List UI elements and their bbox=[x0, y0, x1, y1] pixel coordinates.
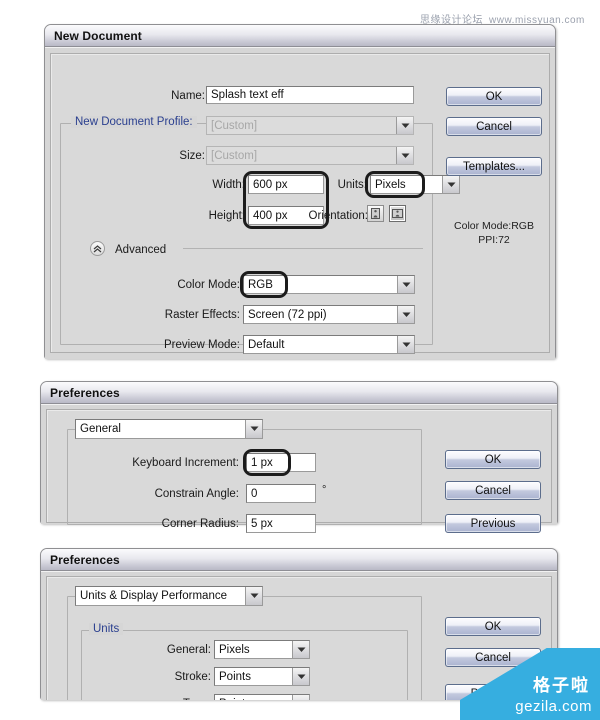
orientation-portrait-icon bbox=[371, 208, 380, 219]
units-stroke-select[interactable]: Points bbox=[214, 667, 310, 686]
chevron-down-icon[interactable] bbox=[396, 117, 413, 134]
corner-radius-input[interactable]: 5 px bbox=[246, 514, 316, 533]
new-document-ok-button[interactable]: OK bbox=[446, 87, 542, 106]
preferences-general-cancel-button[interactable]: Cancel bbox=[445, 481, 541, 500]
new-document-cancel-button[interactable]: Cancel bbox=[446, 117, 542, 136]
constrain-angle-input[interactable]: 0 bbox=[246, 484, 316, 503]
constrain-angle-label: Constrain Angle: bbox=[154, 488, 239, 500]
new-document-profile-label: New Document Profile: bbox=[71, 116, 197, 128]
units-general-select[interactable]: Pixels bbox=[214, 640, 310, 659]
preferences-units-previous-button[interactable]: Previous bbox=[445, 684, 541, 700]
orientation-portrait-button[interactable] bbox=[367, 205, 384, 222]
preview-mode-value: Default bbox=[248, 338, 285, 351]
color-mode-select[interactable]: RGB bbox=[243, 275, 415, 294]
color-mode-value: RGB bbox=[248, 278, 273, 291]
width-label: Width: bbox=[212, 179, 245, 191]
preferences-general-dialog: Preferences General Keyboard Increment: … bbox=[40, 381, 558, 533]
preferences-units-dialog: Preferences Units & Display Performance … bbox=[40, 548, 558, 700]
new-document-dialog: New Document Name: Splash text eff New D… bbox=[44, 24, 556, 359]
color-mode-info: Color Mode:RGB bbox=[454, 220, 534, 232]
height-label: Height: bbox=[208, 210, 245, 222]
preferences-section-select[interactable]: General bbox=[75, 419, 263, 439]
preferences-units-ok-button[interactable]: OK bbox=[445, 617, 541, 636]
preferences-units-title: Preferences bbox=[50, 552, 120, 567]
chevron-down-icon[interactable] bbox=[245, 587, 262, 605]
preferences-general-body: General Keyboard Increment: 1 px Constra… bbox=[41, 404, 557, 533]
preferences-general-title: Preferences bbox=[50, 385, 120, 400]
units-value: Pixels bbox=[375, 178, 406, 191]
new-document-title: New Document bbox=[54, 28, 142, 43]
orientation-label: Orientation: bbox=[308, 210, 368, 222]
double-chevron-up-icon bbox=[93, 244, 102, 252]
units-type-label: Type: bbox=[141, 698, 211, 700]
raster-effects-value: Screen (72 ppi) bbox=[248, 308, 327, 321]
units-type-select[interactable]: Points bbox=[214, 694, 310, 700]
degree-symbol: ° bbox=[322, 484, 327, 496]
raster-effects-label: Raster Effects: bbox=[164, 309, 240, 321]
size-value: [Custom] bbox=[211, 149, 258, 162]
screenshot-root: 思缘设计论坛_www.missyuan.com New Document Nam… bbox=[0, 0, 600, 720]
chevron-down-icon[interactable] bbox=[245, 420, 262, 438]
chevron-down-icon[interactable] bbox=[397, 276, 414, 293]
advanced-label: Advanced bbox=[115, 244, 167, 256]
preview-mode-select[interactable]: Default bbox=[243, 335, 415, 354]
new-document-profile-value: [Custom] bbox=[211, 119, 258, 132]
units-label: Units: bbox=[337, 179, 367, 191]
corner-radius-label: Corner Radius: bbox=[161, 518, 239, 530]
units-groupbox-label: Units bbox=[89, 623, 124, 635]
size-label: Size: bbox=[179, 150, 205, 162]
ppi-info: PPI:72 bbox=[478, 234, 510, 246]
new-document-templates-button[interactable]: Templates... bbox=[446, 157, 542, 176]
preferences-general-ok-button[interactable]: OK bbox=[445, 450, 541, 469]
chevron-down-icon[interactable] bbox=[292, 668, 309, 685]
chevron-down-icon[interactable] bbox=[442, 176, 459, 193]
raster-effects-select[interactable]: Screen (72 ppi) bbox=[243, 305, 415, 324]
keyboard-increment-input[interactable]: 1 px bbox=[246, 453, 316, 472]
chevron-down-icon[interactable] bbox=[397, 306, 414, 323]
new-document-body: Name: Splash text eff New Document Profi… bbox=[45, 47, 555, 359]
chevron-down-icon[interactable] bbox=[397, 336, 414, 353]
color-mode-label: Color Mode: bbox=[177, 279, 240, 291]
watermark-corner-en: gezila.com bbox=[515, 698, 592, 715]
preferences-general-previous-button[interactable]: Previous bbox=[445, 514, 541, 533]
chevron-down-icon[interactable] bbox=[292, 695, 309, 700]
preferences-units-body: Units & Display Performance Units Genera… bbox=[41, 571, 557, 700]
new-document-titlebar: New Document bbox=[45, 25, 555, 47]
chevron-down-icon[interactable] bbox=[396, 147, 413, 164]
preferences-units-titlebar: Preferences bbox=[41, 549, 557, 571]
preferences-general-titlebar: Preferences bbox=[41, 382, 557, 404]
units-general-label: General: bbox=[166, 644, 211, 656]
preferences-units-cancel-button[interactable]: Cancel bbox=[445, 648, 541, 667]
preferences-units-section-value: Units & Display Performance bbox=[80, 590, 227, 602]
chevron-down-icon[interactable] bbox=[292, 641, 309, 658]
size-select[interactable]: [Custom] bbox=[206, 146, 414, 165]
preferences-units-section-select[interactable]: Units & Display Performance bbox=[75, 586, 263, 606]
advanced-separator bbox=[183, 248, 423, 249]
name-label: Name: bbox=[171, 90, 205, 102]
units-general-value: Pixels bbox=[219, 643, 250, 656]
name-input[interactable]: Splash text eff bbox=[206, 86, 414, 104]
new-document-profile-select[interactable]: [Custom] bbox=[206, 116, 414, 135]
preferences-general-groupbox bbox=[67, 429, 422, 525]
units-type-value: Points bbox=[219, 698, 251, 701]
preview-mode-label: Preview Mode: bbox=[163, 339, 240, 351]
keyboard-increment-label: Keyboard Increment: bbox=[132, 457, 239, 469]
advanced-disclosure-button[interactable] bbox=[90, 241, 105, 256]
units-stroke-label: Stroke: bbox=[174, 671, 211, 683]
preferences-section-value: General bbox=[80, 423, 121, 435]
width-input[interactable]: 600 px bbox=[248, 175, 324, 194]
orientation-landscape-icon bbox=[392, 209, 403, 218]
units-select[interactable]: Pixels bbox=[370, 175, 460, 194]
units-stroke-value: Points bbox=[219, 670, 251, 683]
orientation-landscape-button[interactable] bbox=[389, 205, 406, 222]
